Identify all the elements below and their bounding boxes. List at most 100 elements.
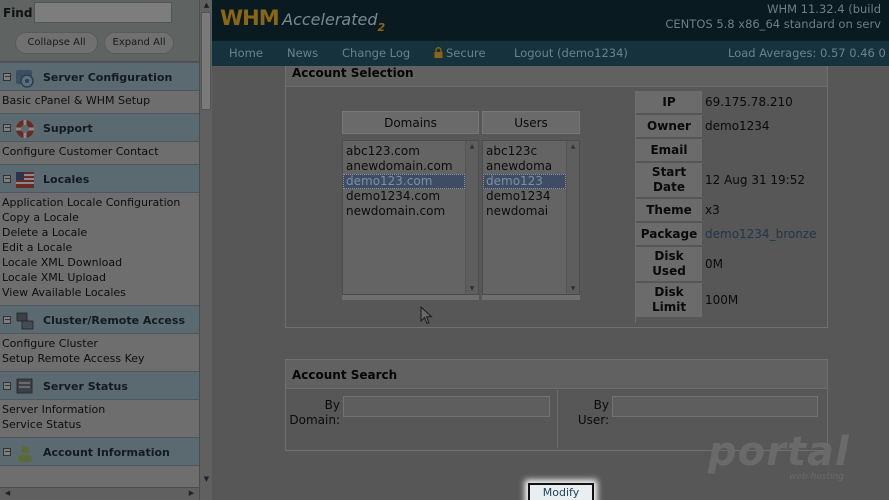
collapse-toggle-icon[interactable]: − bbox=[3, 124, 11, 132]
domains-header: Domains bbox=[342, 111, 479, 134]
collapse-toggle-icon[interactable]: − bbox=[3, 316, 11, 324]
info-row: IP 69.175.78.210 bbox=[636, 91, 828, 113]
nav-home[interactable]: Home bbox=[229, 46, 263, 60]
modify-button[interactable]: Modify bbox=[528, 483, 594, 500]
sidebar-item-customer-contact[interactable]: Configure Customer Contact bbox=[2, 144, 199, 159]
info-row: Owner demo1234 bbox=[636, 115, 828, 137]
section-links: Configure Customer Contact bbox=[0, 142, 199, 164]
by-domain-input[interactable] bbox=[343, 396, 550, 417]
info-row: Disk Limit 100M bbox=[636, 283, 828, 317]
info-key: Disk Limit bbox=[636, 283, 702, 317]
sidebar-item-edit-locale[interactable]: Edit a Locale bbox=[2, 240, 199, 255]
info-value: 69.175.78.210 bbox=[705, 95, 793, 109]
collapse-toggle-icon[interactable]: − bbox=[3, 73, 11, 81]
sidebar-item-remote-access-key[interactable]: Setup Remote Access Key bbox=[2, 351, 199, 366]
lock-icon bbox=[434, 47, 443, 58]
collapse-all-button[interactable]: Collapse All bbox=[15, 32, 98, 54]
cluster-icon bbox=[16, 312, 34, 330]
sidebar-item-locale-xml-upload[interactable]: Locale XML Upload bbox=[2, 270, 199, 285]
section-server-configuration[interactable]: − Server Configuration bbox=[0, 62, 199, 91]
sidebar-horizontal-scrollbar[interactable]: ◀ ▶ bbox=[0, 487, 199, 500]
scroll-left-icon[interactable]: ◀ bbox=[2, 488, 13, 499]
top-header: WHM Accelerated2 WHM 11.32.4 (build CENT… bbox=[212, 0, 889, 40]
sidebar-item-copy-locale[interactable]: Copy a Locale bbox=[2, 210, 199, 225]
scroll-up-icon[interactable]: ▲ bbox=[201, 0, 212, 11]
sidebar-item-basic-setup[interactable]: Basic cPanel & WHM Setup bbox=[2, 93, 199, 108]
section-account-information[interactable]: − Account Information bbox=[0, 437, 199, 466]
list-item[interactable]: newdomai bbox=[483, 204, 566, 219]
nav-change-log[interactable]: Change Log bbox=[342, 46, 410, 60]
find-label: Find bbox=[3, 6, 33, 20]
list-item[interactable]: anewdoma bbox=[483, 159, 566, 174]
info-value[interactable]: demo1234_bronze bbox=[702, 227, 817, 241]
sidebar-item-view-locales[interactable]: View Available Locales bbox=[2, 285, 199, 300]
section-title: Cluster/Remote Access bbox=[43, 314, 185, 327]
scroll-up-icon[interactable]: ▲ bbox=[466, 143, 478, 150]
scroll-down-icon[interactable]: ▼ bbox=[466, 285, 478, 292]
nav-logout[interactable]: Logout (demo1234) bbox=[514, 46, 628, 60]
list-item[interactable]: demo123 bbox=[483, 174, 566, 189]
section-links: Server Information Service Status bbox=[0, 400, 199, 437]
portal-watermark-logo: portal web hosting bbox=[708, 429, 850, 482]
collapse-toggle-icon[interactable]: − bbox=[3, 175, 11, 183]
account-icon bbox=[18, 446, 32, 462]
users-listbox[interactable]: abc123c anewdoma demo123 demo1234 newdomai ▲… bbox=[482, 140, 580, 295]
by-user-label: By User: bbox=[577, 398, 609, 427]
sidebar-item-configure-cluster[interactable]: Configure Cluster bbox=[2, 336, 199, 351]
sidebar-menu: − Server Configuration Basic cPanel & WH… bbox=[0, 62, 199, 466]
sidebar-item-service-status[interactable]: Service Status bbox=[2, 417, 199, 432]
scroll-down-icon[interactable]: ▼ bbox=[567, 285, 579, 292]
by-user-input[interactable] bbox=[612, 396, 818, 417]
list-item[interactable]: demo1234 bbox=[483, 189, 566, 204]
collapse-toggle-icon[interactable]: − bbox=[3, 382, 11, 390]
list-item[interactable]: abc123c bbox=[483, 144, 566, 159]
info-value: 12 Aug 31 19:52 bbox=[705, 173, 805, 187]
section-cluster-remote-access[interactable]: − Cluster/Remote Access bbox=[0, 305, 199, 334]
scroll-down-icon[interactable]: ▼ bbox=[201, 474, 212, 485]
find-input[interactable] bbox=[34, 2, 172, 23]
listbox-scrollbar[interactable]: ▲ ▼ bbox=[465, 141, 478, 294]
domains-listbox[interactable]: abc123.com anewdomain.com demo123.com demo1… bbox=[342, 140, 479, 295]
list-item[interactable]: demo1234.com bbox=[343, 189, 465, 204]
expand-all-button[interactable]: Expand All bbox=[104, 32, 174, 54]
listbox-scrollbar[interactable]: ▲ ▼ bbox=[566, 141, 579, 294]
listbox-footer bbox=[342, 295, 479, 300]
scroll-up-icon[interactable]: ▲ bbox=[567, 143, 579, 150]
info-row: Theme x3 bbox=[636, 199, 828, 221]
sidebar-item-app-locale-config[interactable]: Application Locale Configuration bbox=[2, 195, 199, 210]
lifebuoy-icon bbox=[16, 120, 34, 138]
section-server-status[interactable]: − Server Status bbox=[0, 371, 199, 400]
section-links: Basic cPanel & WHM Setup bbox=[0, 91, 199, 113]
scroll-right-icon[interactable]: ▶ bbox=[186, 488, 197, 499]
sidebar-item-server-information[interactable]: Server Information bbox=[2, 402, 199, 417]
by-domain-label: By Domain: bbox=[289, 398, 340, 427]
section-links: Application Locale Configuration Copy a … bbox=[0, 193, 199, 305]
mouse-cursor-icon bbox=[420, 306, 433, 325]
sidebar-item-delete-locale[interactable]: Delete a Locale bbox=[2, 225, 199, 240]
section-locales[interactable]: − Locales bbox=[0, 164, 199, 193]
account-selection-panel: Account Selection Domains Users abc123.c… bbox=[285, 66, 828, 328]
nav-news[interactable]: News bbox=[287, 46, 318, 60]
sidebar-item-locale-xml-download[interactable]: Locale XML Download bbox=[2, 255, 199, 270]
account-info-table: IP 69.175.78.210 Owner demo1234 Email Start D… bbox=[635, 91, 828, 323]
collapse-toggle-icon[interactable]: − bbox=[3, 448, 11, 456]
flag-icon bbox=[16, 172, 34, 188]
info-value: demo1234 bbox=[705, 119, 770, 133]
list-item[interactable]: anewdomain.com bbox=[343, 159, 465, 174]
nav-secure[interactable]: Secure bbox=[434, 46, 486, 60]
section-title: Server Status bbox=[43, 380, 128, 393]
sidebar-scroll-thumb[interactable] bbox=[201, 12, 211, 110]
sidebar-scrollbar[interactable]: ▲ ▼ bbox=[199, 0, 212, 500]
list-item[interactable]: demo123.com bbox=[343, 174, 465, 189]
status-icon bbox=[16, 378, 33, 394]
find-bar: Find Collapse All Expand All bbox=[0, 0, 199, 62]
search-divider bbox=[557, 390, 558, 448]
whm-logo: WHM Accelerated2 bbox=[220, 6, 386, 34]
list-item[interactable]: newdomain.com bbox=[343, 204, 465, 219]
list-item[interactable]: abc123.com bbox=[343, 144, 465, 159]
sidebar: Find Collapse All Expand All − Server Co… bbox=[0, 0, 212, 500]
panel-title: Account Selection bbox=[286, 66, 827, 87]
listbox-rows: abc123.com anewdomain.com demo123.com demo1… bbox=[343, 141, 465, 219]
section-support[interactable]: − Support bbox=[0, 113, 199, 142]
top-nav: Home News Change Log Secure Logout (demo… bbox=[212, 40, 889, 66]
